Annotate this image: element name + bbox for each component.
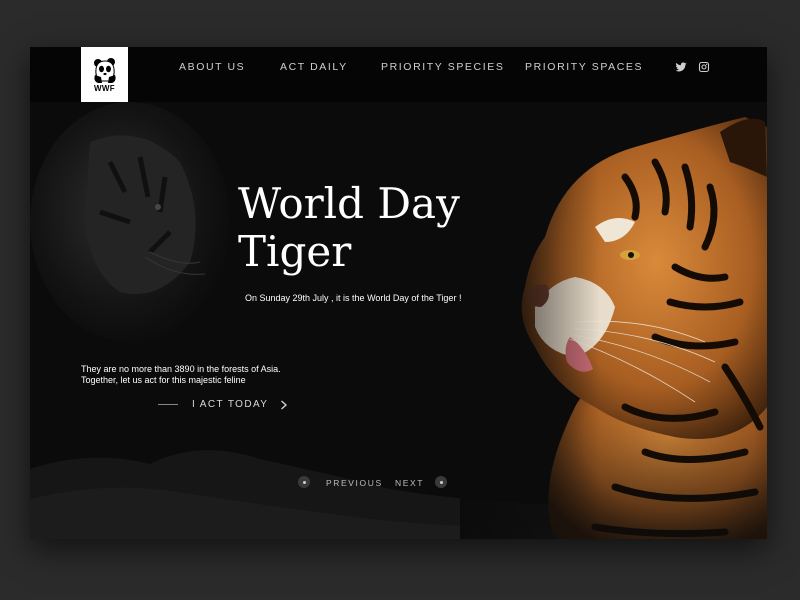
panda-icon <box>93 57 116 83</box>
nav-item-act-daily[interactable]: ACT DAILY <box>280 61 348 73</box>
next-dot-button[interactable] <box>435 476 447 488</box>
hero-card: WWF ABOUT US ACT DAILY PRIORITY SPECIES … <box>30 47 767 539</box>
cta-label: I ACT TODAY <box>192 399 269 410</box>
chevron-right-icon <box>281 400 288 409</box>
background-tiger-image <box>30 102 230 342</box>
next-button[interactable]: NEXT <box>395 478 424 488</box>
nav-item-about-us[interactable]: ABOUT US <box>179 61 245 73</box>
cta-divider-line <box>158 404 178 405</box>
slide-pager: PREVIOUS NEXT <box>30 476 767 492</box>
hero-description-line-2: Together, let us act for this majestic f… <box>81 375 246 385</box>
hero-description: They are no more than 3890 in the forest… <box>81 364 281 386</box>
wwf-logo[interactable]: WWF <box>81 47 128 102</box>
hero-title: World Day Tiger <box>238 180 460 276</box>
previous-button[interactable]: PREVIOUS <box>326 478 383 488</box>
instagram-icon[interactable] <box>698 61 710 73</box>
nav-item-priority-spaces[interactable]: PRIORITY SPACES <box>525 61 643 73</box>
logo-text: WWF <box>94 83 115 93</box>
twitter-icon[interactable] <box>675 61 687 73</box>
hero-subtitle: On Sunday 29th July , it is the World Da… <box>245 293 462 303</box>
hero-title-line-1: World Day <box>238 179 460 228</box>
i-act-today-button[interactable]: I ACT TODAY <box>158 399 288 410</box>
hero-title-line-2: Tiger <box>238 227 352 276</box>
top-nav-bar <box>30 47 767 102</box>
dot-icon <box>439 480 443 484</box>
dot-icon <box>302 480 306 484</box>
nav-item-priority-species[interactable]: PRIORITY SPECIES <box>381 61 504 73</box>
hero-description-line-1: They are no more than 3890 in the forest… <box>81 364 281 374</box>
tiger-fade-overlay <box>460 102 600 539</box>
previous-dot-button[interactable] <box>298 476 310 488</box>
